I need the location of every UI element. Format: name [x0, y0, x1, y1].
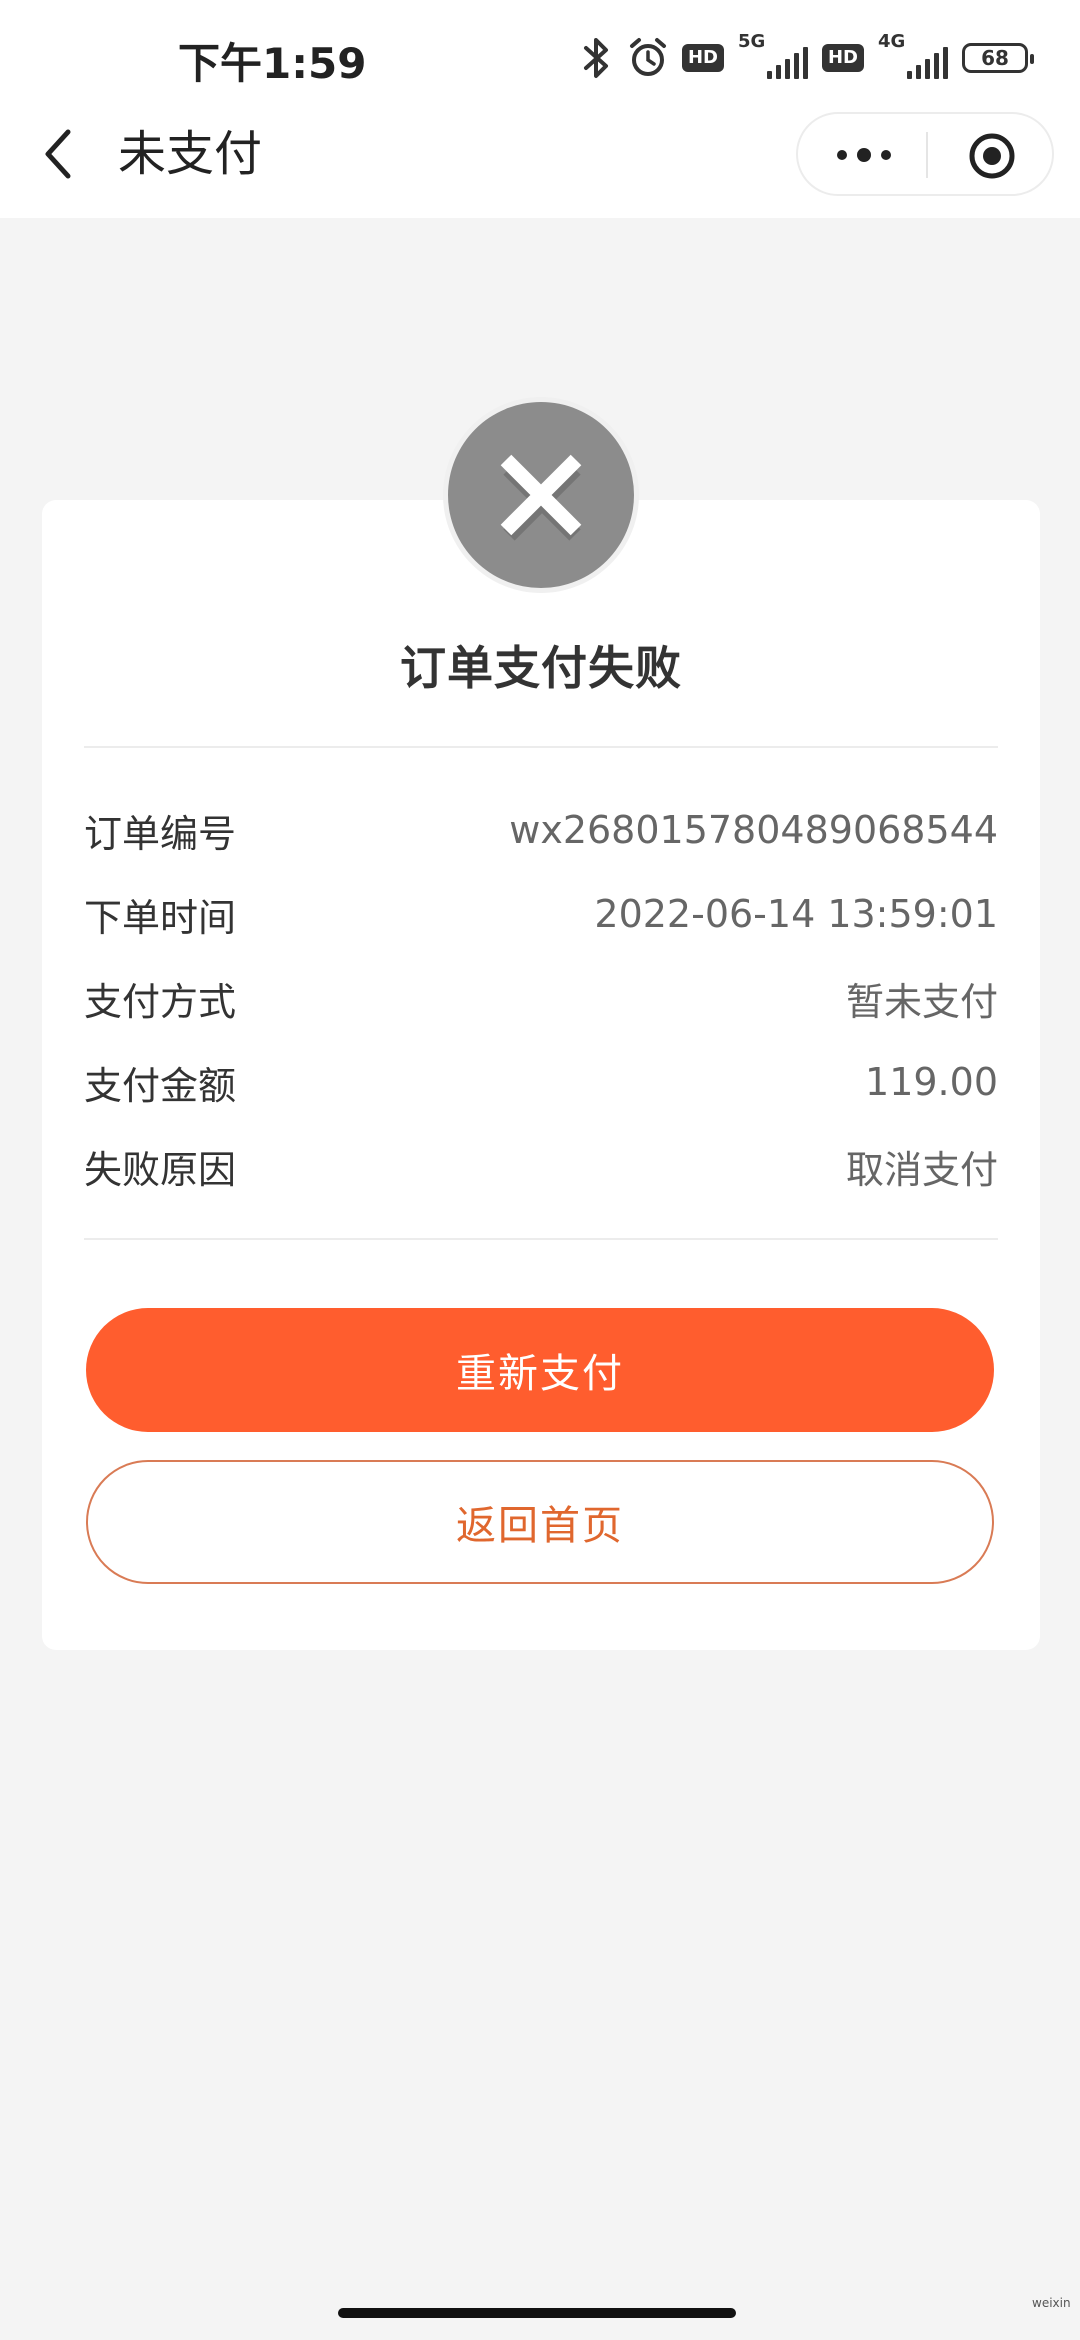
hd-badge-2: HD [821, 44, 864, 72]
detail-value: 2022-06-14 13:59:01 [594, 892, 998, 936]
close-x-icon [448, 402, 634, 588]
page-title: 未支付 [118, 126, 263, 182]
alarm-icon [629, 38, 666, 76]
more-dots-icon[interactable] [834, 142, 894, 168]
capsule-divider [926, 132, 928, 178]
detail-row-fail-reason: 失败原因 取消支付 [84, 1136, 998, 1196]
network-label-4g: 4G [878, 31, 906, 52]
detail-row-order-id: 订单编号 wx268015780489068544 [84, 800, 998, 860]
detail-value: wx268015780489068544 [509, 808, 998, 852]
back-home-button[interactable]: 返回首页 [86, 1460, 994, 1584]
signal-bars-icon [907, 47, 948, 79]
result-title: 订单支付失败 [400, 641, 682, 695]
order-result-card: 订单支付失败 订单编号 wx268015780489068544 下单时间 20… [42, 500, 1040, 1650]
signal-bars-icon [766, 47, 808, 79]
detail-label: 失败原因 [84, 1147, 237, 1192]
signal-4g: 4G [878, 31, 948, 83]
battery-level: 68 [981, 46, 1009, 70]
status-icons: HD 5G HD 4G 68 [580, 30, 1034, 86]
repay-button[interactable]: 重新支付 [86, 1308, 994, 1432]
detail-value: 119.00 [865, 1060, 998, 1104]
target-close-icon[interactable] [968, 132, 1016, 180]
signal-5g: 5G [737, 31, 808, 83]
status-time: 下午1:59 [178, 39, 367, 88]
detail-value: 取消支付 [845, 1147, 998, 1192]
detail-row-amount: 支付金额 119.00 [84, 1052, 998, 1112]
status-bar: 下午1:59 HD 5G HD 4G 68 [0, 0, 1080, 110]
mini-program-capsule [796, 112, 1054, 196]
home-indicator[interactable] [338, 2308, 736, 2318]
detail-label: 下单时间 [84, 895, 237, 940]
hd-badge-1: HD [681, 44, 724, 72]
bluetooth-icon [583, 38, 608, 78]
network-label-5g: 5G [737, 31, 766, 52]
divider-bottom [84, 1238, 998, 1240]
chevron-left-icon[interactable] [34, 120, 82, 188]
detail-row-payment-method: 支付方式 暂未支付 [84, 968, 998, 1028]
battery-icon: 68 [962, 43, 1034, 73]
watermark: weixin [1032, 2296, 1071, 2310]
detail-row-order-time: 下单时间 2022-06-14 13:59:01 [84, 884, 998, 944]
detail-label: 支付金额 [84, 1063, 237, 1108]
detail-value: 暂未支付 [845, 979, 998, 1024]
detail-label: 支付方式 [84, 979, 237, 1024]
detail-label: 订单编号 [84, 811, 237, 856]
divider-top [84, 746, 998, 748]
